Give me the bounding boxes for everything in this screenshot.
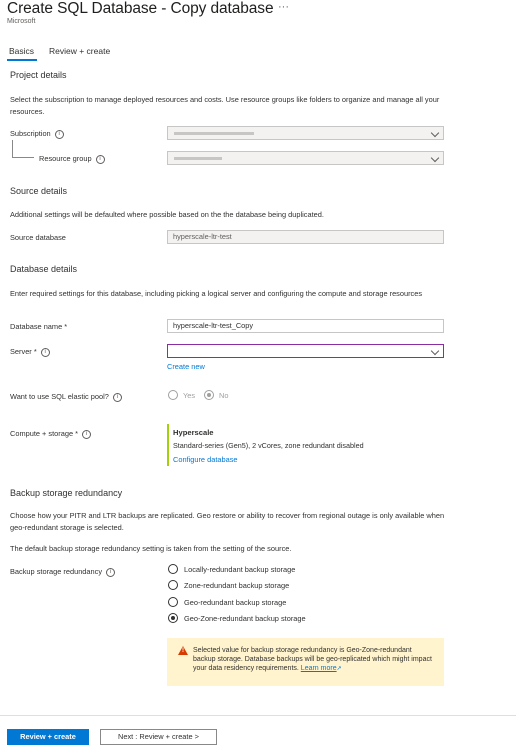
server-label: Server * i bbox=[10, 347, 50, 357]
database-name-label: Database name * bbox=[10, 322, 68, 331]
backup-option-locally-label: Locally-redundant backup storage bbox=[184, 565, 296, 574]
learn-more-link[interactable]: Learn more bbox=[301, 665, 337, 672]
project-details-description: Select the subscription to manage deploy… bbox=[10, 95, 440, 116]
info-icon[interactable]: i bbox=[112, 392, 122, 402]
elastic-pool-yes-label: Yes bbox=[183, 391, 196, 400]
review-create-button[interactable]: Review + create bbox=[7, 729, 89, 745]
backup-warning-box: ! Selected value for backup storage redu… bbox=[167, 638, 444, 686]
backup-option-zone-label: Zone-redundant backup storage bbox=[184, 581, 290, 590]
next-review-create-button[interactable]: Next : Review + create > bbox=[100, 729, 217, 745]
backup-option-geo-label: Geo-redundant backup storage bbox=[184, 598, 287, 607]
backup-option-geo-radio[interactable] bbox=[168, 597, 178, 607]
elastic-pool-no-radio[interactable] bbox=[204, 390, 214, 400]
configure-database-link[interactable]: Configure database bbox=[173, 455, 238, 464]
subscription-select[interactable] bbox=[167, 126, 444, 140]
backup-redundancy-label: Backup storage redundancy i bbox=[10, 567, 116, 577]
server-select[interactable] bbox=[167, 344, 444, 358]
database-details-heading: Database details bbox=[10, 264, 78, 274]
tab-review-create[interactable]: Review + create bbox=[49, 46, 110, 56]
more-options-icon[interactable]: ··· bbox=[278, 1, 289, 13]
backup-option-geo-zone-label: Geo-Zone-redundant backup storage bbox=[184, 614, 306, 623]
info-icon[interactable]: i bbox=[40, 347, 50, 357]
chevron-down-icon bbox=[430, 128, 440, 138]
project-details-heading: Project details bbox=[10, 70, 67, 80]
elastic-pool-yes-radio[interactable] bbox=[168, 390, 178, 400]
info-icon[interactable]: i bbox=[82, 429, 91, 439]
tree-connector bbox=[12, 157, 34, 158]
backup-redundancy-label-text: Backup storage redundancy bbox=[10, 567, 103, 576]
resource-group-label: Resource group i bbox=[39, 154, 105, 164]
subscription-label: Subscription i bbox=[10, 129, 64, 139]
page-title: Create SQL Database - Copy database bbox=[7, 0, 274, 17]
footer-divider bbox=[0, 715, 516, 716]
server-label-text: Server * bbox=[10, 347, 37, 356]
resource-group-select[interactable] bbox=[167, 151, 444, 165]
source-database-field: hyperscale-ltr-test bbox=[167, 230, 444, 244]
elastic-pool-no-label: No bbox=[219, 391, 229, 400]
source-database-label: Source database bbox=[10, 233, 66, 242]
source-details-heading: Source details bbox=[10, 186, 68, 196]
redacted-value bbox=[174, 132, 254, 135]
tab-basics[interactable]: Basics bbox=[9, 46, 34, 56]
backup-description-1: Choose how your PITR and LTR backups are… bbox=[10, 511, 445, 532]
backup-option-locally-radio[interactable] bbox=[168, 564, 178, 574]
backup-option-geo-zone-radio[interactable] bbox=[168, 613, 178, 623]
chevron-down-icon bbox=[430, 153, 440, 163]
compute-description: Standard-series (Gen5), 2 vCores, zone r… bbox=[173, 441, 364, 450]
warning-icon-mark: ! bbox=[182, 648, 184, 654]
compute-storage-label-text: Compute + storage * bbox=[10, 429, 78, 438]
info-icon[interactable]: i bbox=[95, 154, 105, 164]
compute-tier: Hyperscale bbox=[173, 428, 214, 437]
active-tab-indicator bbox=[7, 59, 37, 61]
backup-description-2: The default backup storage redundancy se… bbox=[10, 544, 292, 553]
source-details-description: Additional settings will be defaulted wh… bbox=[10, 210, 324, 219]
external-link-icon[interactable]: ↗ bbox=[337, 666, 342, 672]
compute-accent-bar bbox=[167, 424, 169, 466]
compute-storage-label: Compute + storage * i bbox=[10, 429, 91, 439]
backup-option-zone-radio[interactable] bbox=[168, 580, 178, 590]
info-icon[interactable]: i bbox=[106, 567, 116, 577]
chevron-down-icon bbox=[430, 346, 440, 356]
database-details-description: Enter required settings for this databas… bbox=[10, 289, 423, 298]
elastic-pool-label: Want to use SQL elastic pool? i bbox=[10, 392, 122, 402]
redacted-value bbox=[174, 157, 222, 160]
backup-warning-text: Selected value for backup storage redund… bbox=[193, 646, 433, 674]
backup-heading: Backup storage redundancy bbox=[10, 488, 123, 498]
resource-group-label-text: Resource group bbox=[39, 154, 92, 163]
database-name-input[interactable]: hyperscale-ltr-test_Copy bbox=[167, 319, 444, 333]
tree-connector bbox=[12, 140, 13, 158]
elastic-pool-label-text: Want to use SQL elastic pool? bbox=[10, 392, 109, 401]
info-icon[interactable]: i bbox=[54, 129, 64, 139]
publisher-label: Microsoft bbox=[7, 18, 36, 25]
subscription-label-text: Subscription bbox=[10, 129, 51, 138]
create-new-server-link[interactable]: Create new bbox=[167, 362, 205, 371]
